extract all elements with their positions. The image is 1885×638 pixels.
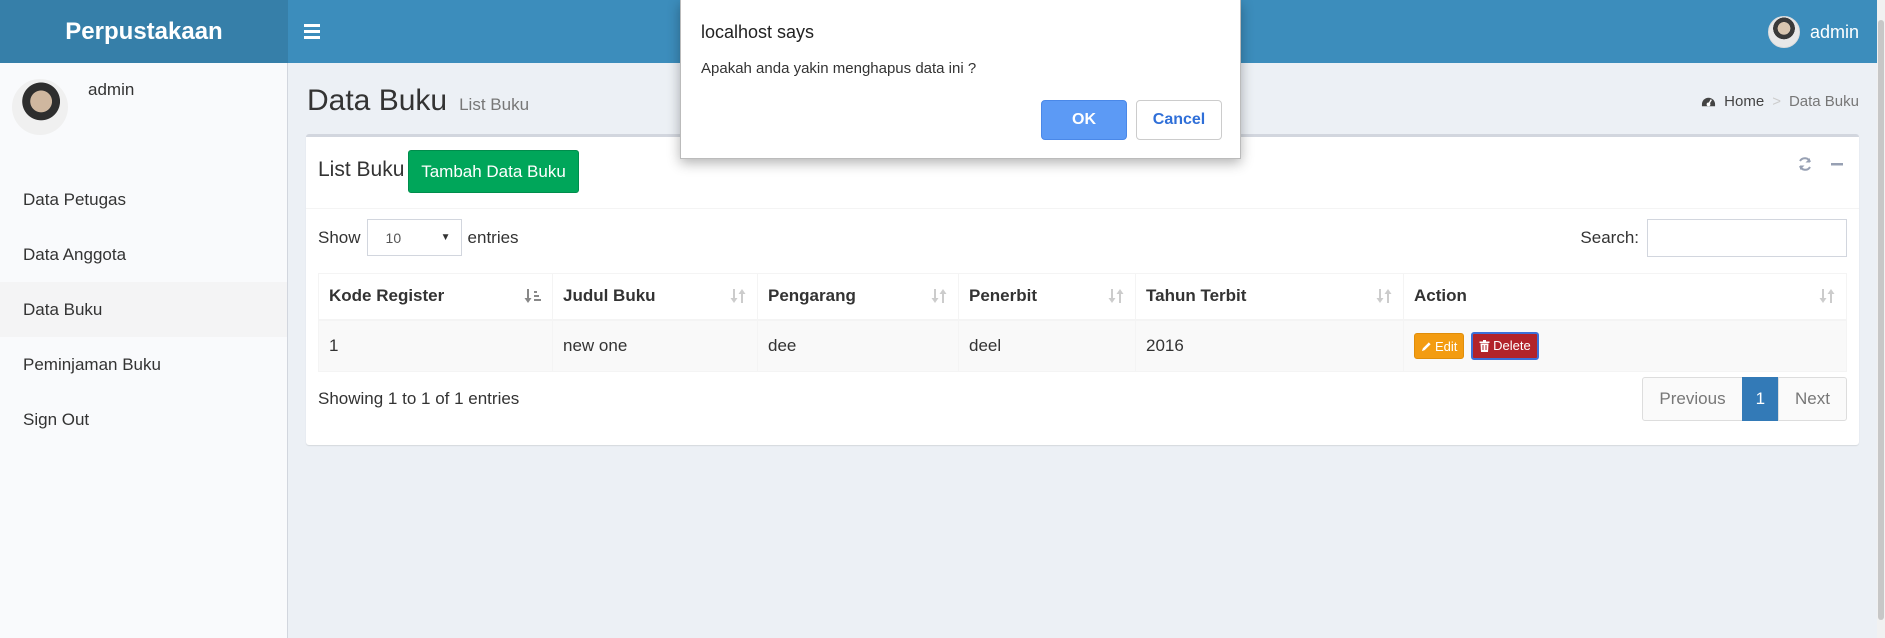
breadcrumb-separator: > <box>1772 93 1781 110</box>
breadcrumb-current: Data Buku <box>1788 93 1859 110</box>
page-length-control: Show 10 ▼ entries <box>318 219 519 256</box>
sort-both-icon <box>730 289 746 304</box>
refresh-icon[interactable] <box>1797 156 1813 172</box>
sidebar-item-data-petugas[interactable]: Data Petugas <box>0 172 287 227</box>
next-page-button[interactable]: Next <box>1778 377 1847 421</box>
page-subtitle: List Buku <box>459 95 530 114</box>
user-menu-name: admin <box>1809 21 1859 42</box>
column-header-label: Judul Buku <box>563 286 656 306</box>
sort-both-icon <box>1376 289 1392 304</box>
trash-icon <box>1479 339 1490 352</box>
dialog-ok-button[interactable]: OK <box>1041 100 1127 140</box>
cell-penerbit: deel <box>958 319 1136 372</box>
column-header-kode-register[interactable]: Kode Register <box>318 273 553 321</box>
delete-button-label: Delete <box>1493 338 1531 354</box>
column-header-label: Penerbit <box>969 286 1038 306</box>
sidebar-item-sign-out[interactable]: Sign Out <box>0 392 287 447</box>
sidebar-item-data-buku[interactable]: Data Buku <box>0 282 287 337</box>
sidebar-item-data-anggota[interactable]: Data Anggota <box>0 227 287 282</box>
list-box: List Buku Tambah Data Buku Show 10 ▼ ent… <box>306 134 1859 445</box>
column-header-label: Pengarang <box>768 286 856 306</box>
page-1-button[interactable]: 1 <box>1741 377 1780 421</box>
cell-kode-register: 1 <box>318 319 553 372</box>
books-table: Kode Register Judul Buku Pengarang Pener… <box>318 273 1847 372</box>
confirm-dialog: localhost says Apakah anda yakin menghap… <box>680 0 1241 159</box>
sort-both-icon <box>931 289 947 304</box>
column-header-tahun-terbit[interactable]: Tahun Terbit <box>1135 273 1404 321</box>
column-header-label: Action <box>1414 286 1467 306</box>
cell-action: Edit Delete <box>1403 319 1847 372</box>
page-scrollbar[interactable] <box>1877 0 1885 638</box>
user-panel: admin <box>0 63 287 163</box>
dialog-cancel-button[interactable]: Cancel <box>1136 100 1222 140</box>
search-control: Search: <box>1580 219 1847 257</box>
column-header-action[interactable]: Action <box>1403 273 1847 321</box>
previous-page-button[interactable]: Previous <box>1642 377 1743 421</box>
column-header-penerbit[interactable]: Penerbit <box>958 273 1136 321</box>
sort-both-icon <box>1819 289 1835 304</box>
page-title: Data Buku <box>307 84 448 117</box>
column-header-pengarang[interactable]: Pengarang <box>757 273 959 321</box>
dropdown-caret-icon: ▼ <box>440 232 451 243</box>
column-header-label: Kode Register <box>329 286 445 306</box>
column-header-judul-buku[interactable]: Judul Buku <box>552 273 758 321</box>
table-row: 1 new one dee deel 2016 Edit Delete <box>318 319 1847 372</box>
sidebar-menu: Data Petugas Data Anggota Data Buku Pemi… <box>0 172 287 447</box>
show-label: Show <box>318 227 361 247</box>
delete-button[interactable]: Delete <box>1471 331 1539 360</box>
user-panel-name: admin <box>88 80 135 99</box>
breadcrumb: Home > Data Buku <box>1701 93 1859 110</box>
edit-button-label: Edit <box>1435 338 1458 354</box>
edit-button[interactable]: Edit <box>1414 333 1465 360</box>
sidebar-item-peminjaman-buku[interactable]: Peminjaman Buku <box>0 337 287 392</box>
table-header-row: Kode Register Judul Buku Pengarang Pener… <box>318 273 1847 321</box>
sort-ascending-icon <box>524 289 541 304</box>
table-info: Showing 1 to 1 of 1 entries <box>318 389 520 408</box>
scrollbar-thumb[interactable] <box>1878 20 1884 620</box>
user-menu[interactable]: admin <box>1767 14 1859 50</box>
box-tools <box>1797 156 1845 172</box>
cell-pengarang: dee <box>757 319 959 372</box>
search-label: Search: <box>1580 228 1639 247</box>
cell-tahun-terbit: 2016 <box>1135 319 1404 372</box>
sidebar: admin Data Petugas Data Anggota Data Buk… <box>0 63 288 638</box>
collapse-icon[interactable] <box>1829 156 1845 172</box>
sort-both-icon <box>1108 289 1124 304</box>
hamburger-menu-icon[interactable] <box>304 18 324 44</box>
page-header: Data Buku List Buku <box>307 84 529 118</box>
dashboard-icon <box>1702 97 1716 107</box>
dialog-message: Apakah anda yakin menghapus data ini ? <box>701 60 977 77</box>
column-header-label: Tahun Terbit <box>1146 286 1247 306</box>
avatar <box>1767 16 1800 48</box>
cell-judul-buku: new one <box>552 319 758 372</box>
search-input[interactable] <box>1647 219 1847 257</box>
avatar <box>12 79 68 135</box>
dialog-title: localhost says <box>701 22 815 42</box>
pencil-icon <box>1421 342 1431 351</box>
page-length-value: 10 <box>385 229 402 246</box>
add-book-button[interactable]: Tambah Data Buku <box>408 150 579 193</box>
entries-label: entries <box>467 227 519 247</box>
breadcrumb-home[interactable]: Home <box>1724 93 1764 110</box>
page-length-select[interactable]: 10 ▼ <box>366 219 462 256</box>
app-logo[interactable]: Perpustakaan <box>0 0 288 63</box>
box-title: List Buku <box>318 158 405 181</box>
pagination: Previous 1 Next <box>1642 377 1847 421</box>
